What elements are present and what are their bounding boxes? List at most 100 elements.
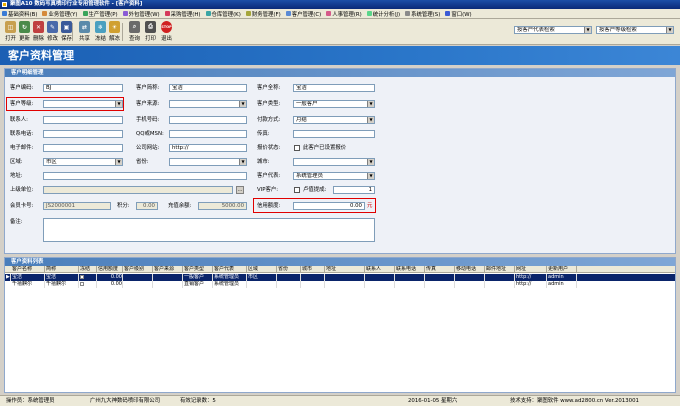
frozen-checkbox[interactable] (80, 282, 84, 286)
menu-item[interactable]: 生产管理(P) (82, 10, 118, 18)
toolbar-button-freeze[interactable]: ❄ 冻结 (94, 21, 107, 43)
toolbar-button-search[interactable]: ⌕ 查询 (128, 21, 141, 43)
search-by-rep-select[interactable]: 按客户代表检索 ▼ (514, 26, 592, 34)
menu-item[interactable]: 外包管理(W) (122, 10, 160, 18)
column-header[interactable]: 区域 (247, 266, 277, 273)
mobile-label: 手机号码: (136, 117, 160, 123)
credit-limit-input[interactable]: 0.00 (293, 202, 365, 210)
column-header[interactable]: 客户类型 (183, 266, 213, 273)
toolbar-button-label: 冻结 (95, 36, 106, 42)
table-cell (425, 274, 455, 281)
search-by-level-select[interactable]: 按客户等级检索 ▼ (596, 26, 674, 34)
mobile-input[interactable] (169, 116, 247, 124)
menu-item[interactable]: 财务管理(F) (245, 10, 281, 18)
table-cell (455, 274, 485, 281)
table-cell: 直销客户 (183, 281, 213, 288)
customer-type-select[interactable]: 一般客户 ▼ (293, 100, 375, 108)
column-header[interactable]: 邮件地址 (485, 266, 515, 273)
column-header[interactable]: 客户级别 (123, 266, 153, 273)
toolbar-button-unfreeze[interactable]: ☀ 解冻 (108, 21, 121, 43)
phone-input[interactable] (43, 130, 123, 138)
menu-item-label: 生产管理(P) (88, 11, 118, 18)
email-input[interactable] (43, 144, 123, 152)
toolbar-button-label: 修改 (47, 36, 58, 42)
vip-checkbox[interactable] (294, 187, 300, 193)
toolbar-button-refresh[interactable]: ↻ 更新 (18, 21, 31, 43)
payment-method-select[interactable]: 月结 ▼ (293, 116, 375, 124)
column-header[interactable]: 客户代表 (213, 266, 247, 273)
toolbar-button-delete[interactable]: ✕ 删除 (32, 21, 45, 43)
menu-item-label: 窗口(W) (451, 11, 472, 18)
column-header[interactable]: 简称 (45, 266, 79, 273)
column-header[interactable]: 移动电话 (455, 266, 485, 273)
column-header[interactable]: 联系电话 (395, 266, 425, 273)
customer-level-select[interactable]: ▼ (43, 100, 123, 108)
column-header[interactable]: 客户来源 (153, 266, 183, 273)
member-card-input: JS2000001 (43, 202, 111, 210)
column-header[interactable]: 客户名称 (11, 266, 45, 273)
menu-item[interactable]: 仓库管理(K) (205, 10, 241, 18)
status-company: 广州九大神数码喷印有限公司 (90, 398, 161, 404)
table-cell: 千禧麒尔 (11, 281, 45, 288)
column-header[interactable]: 传真 (425, 266, 455, 273)
menu-item-icon (205, 11, 211, 16)
points-input: 0.00 (136, 202, 158, 210)
toolbar-button-print[interactable]: ⎙ 打印 (144, 21, 157, 43)
menu-item-icon (122, 11, 128, 16)
toolbar-button-open[interactable]: ◫ 打开 (4, 21, 17, 43)
column-header[interactable]: 城市 (301, 266, 325, 273)
unfreeze-icon: ☀ (109, 21, 120, 33)
parent-unit-browse-button[interactable]: … (236, 186, 244, 194)
customer-source-select[interactable]: ▼ (169, 100, 247, 108)
table-cell: admin (547, 281, 577, 288)
menu-item[interactable]: 人事管理(R) (326, 10, 362, 18)
website-input[interactable]: http:// (169, 144, 247, 152)
menu-item[interactable]: 基础资料(B) (2, 10, 37, 18)
toolbar-button-share[interactable]: ⇄ 共享 (78, 21, 91, 43)
column-header[interactable]: 省份 (277, 266, 301, 273)
table-row[interactable]: ▶ 宝洁 宝洁 0.00 一般客户 系统管理员 市区 http://admin (5, 274, 675, 281)
customer-rep-select[interactable]: 系统管理员 ▼ (293, 172, 375, 180)
column-header[interactable]: 网址 (515, 266, 547, 273)
frozen-checkbox-cell[interactable] (79, 281, 97, 288)
address-input[interactable] (43, 172, 247, 180)
contact-input[interactable] (43, 116, 123, 124)
menu-item[interactable]: 窗口(W) (445, 10, 472, 18)
short-name-input[interactable]: 宝洁 (169, 84, 247, 92)
chevron-down-icon: ▼ (367, 159, 374, 165)
area-select[interactable]: 市区 ▼ (43, 158, 123, 166)
column-header[interactable]: 更新用户 (547, 266, 577, 273)
stop-icon: STOP (161, 21, 172, 33)
menu-item[interactable]: 业务管理(Y) (42, 10, 78, 18)
city-select[interactable]: ▼ (293, 158, 375, 166)
quote-checkbox[interactable] (294, 145, 300, 151)
table-cell (247, 281, 277, 288)
customer-code-input[interactable]: BJ (43, 84, 123, 92)
toolbar-button-stop[interactable]: STOP 退出 (160, 21, 173, 43)
menu-item[interactable]: 统计分析(J) (366, 10, 400, 18)
menu-item[interactable]: 系统管理(S) (405, 10, 440, 18)
commission-input[interactable]: 1 (333, 186, 375, 194)
section-title: 客户明细管理 (5, 69, 675, 77)
full-name-input[interactable]: 宝洁 (293, 84, 375, 92)
frozen-checkbox-cell[interactable] (79, 274, 97, 281)
pay-label: 付款方式: (257, 117, 281, 123)
menu-item-label: 仓库管理(K) (211, 11, 241, 18)
parent-unit-input[interactable] (43, 186, 233, 194)
menu-item[interactable]: 客户管理(C) (285, 10, 321, 18)
column-header[interactable]: 信用额度 (97, 266, 123, 273)
table-cell (365, 281, 395, 288)
fax-input[interactable] (293, 130, 375, 138)
frozen-checkbox[interactable] (80, 275, 84, 279)
toolbar-button-edit[interactable]: ✎ 修改 (46, 21, 59, 43)
column-header[interactable]: 冻结 (79, 266, 97, 273)
column-header[interactable]: 地址 (325, 266, 365, 273)
qq-input[interactable] (169, 130, 247, 138)
menu-item[interactable]: 采购管理(H) (164, 10, 201, 18)
remark-textarea[interactable] (43, 218, 375, 242)
column-header[interactable]: 联系人 (365, 266, 395, 273)
table-row[interactable]: 千禧麒尔 千禧麒尔 0.00 直销客户 系统管理员 http://admin (5, 281, 675, 288)
status-bar: 操作员：系统管理员 广州九大神数码喷印有限公司 有效记录数：5 2016-01-… (0, 395, 680, 406)
table-cell: 市区 (247, 274, 277, 281)
province-select[interactable]: ▼ (169, 158, 247, 166)
